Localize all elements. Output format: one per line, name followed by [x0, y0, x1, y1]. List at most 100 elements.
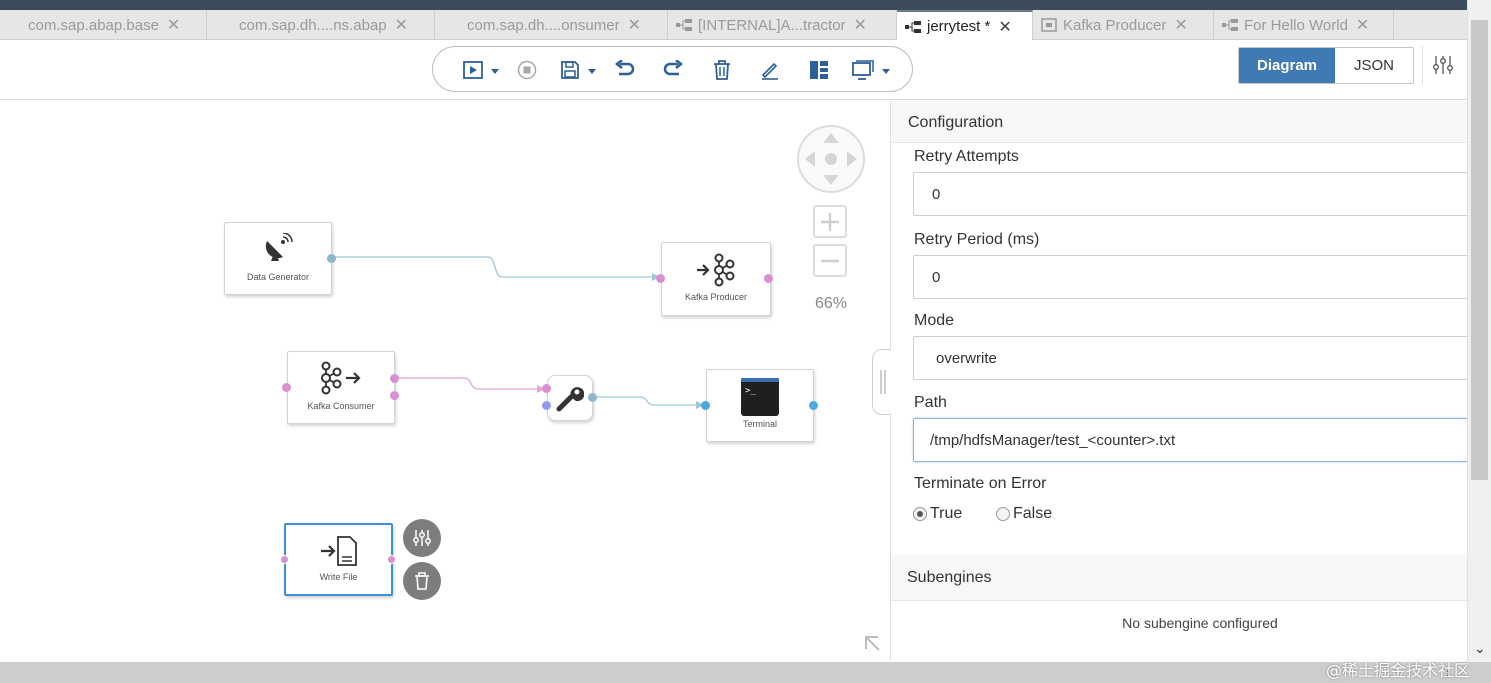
input-port[interactable]	[542, 384, 551, 393]
close-icon[interactable]: ✕	[1356, 15, 1369, 35]
input-port[interactable]	[656, 274, 665, 283]
retry-period-label: Retry Period (ms)	[914, 231, 1040, 248]
retry-attempts-label: Retry Attempts	[914, 148, 1019, 165]
node-converter[interactable]	[542, 375, 597, 421]
mode-field[interactable]	[913, 336, 1473, 380]
window-top-strip	[0, 0, 1467, 10]
subengines-section-header[interactable]: Subengines	[891, 555, 1467, 601]
configuration-panel: Configuration Retry Attempts Retry Perio…	[891, 101, 1473, 661]
mode-label: Mode	[914, 312, 955, 329]
redo-icon[interactable]	[661, 59, 685, 81]
tab-for-hello-world[interactable]: For Hello World ✕	[1214, 10, 1394, 40]
pan-up-icon	[823, 133, 839, 143]
tab-com-sap-abap-base[interactable]: com.sap.abap.base ✕	[0, 10, 207, 40]
json-view-button[interactable]: JSON	[1335, 48, 1413, 83]
radio-unchecked-icon	[996, 507, 1010, 521]
node-terminal[interactable]: >_ Terminal	[701, 369, 818, 442]
close-icon[interactable]: ✕	[395, 15, 408, 35]
graph-icon	[905, 20, 921, 34]
node-kafka-producer[interactable]: Kafka Producer	[656, 242, 773, 316]
scroll-down-icon[interactable]: ⌄	[1474, 640, 1486, 657]
input-port[interactable]	[280, 555, 289, 564]
terminate-false-radio[interactable]: False	[996, 505, 1052, 523]
close-icon[interactable]: ✕	[1174, 15, 1187, 35]
screen-dropdown-icon[interactable]	[882, 69, 890, 74]
tab-jerrytest[interactable]: jerrytest * ✕	[897, 10, 1033, 41]
kafka-producer-icon	[662, 253, 770, 287]
path-field[interactable]	[913, 418, 1473, 462]
close-icon[interactable]: ✕	[854, 15, 867, 35]
trash-icon	[415, 572, 429, 590]
close-icon[interactable]: ✕	[628, 15, 641, 35]
satellite-dish-icon	[225, 233, 331, 265]
terminate-on-error-label: Terminate on Error	[914, 475, 1047, 492]
tab-com-sap-dh-onsumer[interactable]: com.sap.dh....onsumer ✕	[435, 10, 668, 40]
output-port[interactable]	[588, 393, 597, 402]
splitter-handle[interactable]	[872, 349, 892, 415]
node-label: Terminal	[742, 419, 777, 429]
subengines-empty-message: No subengine configured	[1122, 615, 1278, 631]
radio-label: False	[1013, 505, 1053, 522]
collapse-corner-icon[interactable]	[862, 633, 882, 658]
wire-consumer-to-converter	[394, 377, 545, 390]
diagram-view-button[interactable]: Diagram	[1239, 48, 1335, 83]
terminal-icon: >_	[707, 378, 813, 416]
layout-icon[interactable]	[807, 59, 831, 81]
undo-icon[interactable]	[613, 59, 637, 81]
node-label: Kafka Producer	[684, 292, 748, 302]
graph-icon	[676, 18, 692, 32]
run-icon[interactable]	[461, 59, 485, 81]
configuration-header: Configuration	[891, 101, 1467, 143]
edit-icon[interactable]	[758, 59, 782, 81]
retry-attempts-field[interactable]	[913, 172, 1473, 216]
input-port[interactable]	[282, 383, 291, 392]
input-port[interactable]	[701, 401, 710, 410]
output-port[interactable]	[390, 391, 399, 400]
plus-icon	[821, 212, 839, 231]
pan-right-icon	[847, 151, 857, 167]
node-data-generator[interactable]: Data Generator	[224, 222, 336, 295]
node-config-button[interactable]	[403, 519, 441, 557]
diagram-canvas[interactable]: Data Generator Kafka Producer Kafka Cons…	[0, 101, 890, 661]
input-port[interactable]	[542, 401, 551, 410]
zoom-in-button[interactable]	[813, 205, 847, 238]
zoom-out-button[interactable]	[813, 244, 847, 277]
run-dropdown-icon[interactable]	[491, 69, 499, 74]
retry-period-field[interactable]	[913, 255, 1473, 299]
graph-icon	[1222, 18, 1238, 32]
save-icon[interactable]	[558, 59, 582, 81]
node-label: Data Generator	[246, 272, 310, 282]
toolbar-pill	[432, 46, 913, 92]
drag-handle-icon	[879, 370, 886, 394]
save-dropdown-icon[interactable]	[588, 69, 596, 74]
vertical-scroll-thumb[interactable]	[1471, 20, 1488, 480]
stop-icon[interactable]	[515, 59, 539, 81]
terminate-true-radio[interactable]: True	[913, 505, 962, 523]
node-write-file[interactable]: Write File	[280, 523, 396, 596]
settings-sliders-icon[interactable]	[1422, 46, 1462, 84]
output-port[interactable]	[809, 401, 818, 410]
tab-com-sap-dh-ns-abap[interactable]: com.sap.dh....ns.abap ✕	[207, 10, 435, 40]
watermark-text: @稀土掘金技术社区	[1326, 661, 1471, 680]
node-delete-button[interactable]	[403, 562, 441, 600]
wrench-icon	[548, 385, 592, 413]
tab-label: For Hello World	[1244, 16, 1348, 34]
editor-tab-bar: com.sap.abap.base ✕ com.sap.dh....ns.aba…	[0, 10, 1467, 41]
pan-control[interactable]	[797, 125, 865, 193]
output-port[interactable]	[764, 274, 773, 283]
horizontal-scrollbar[interactable]: ›	[0, 662, 1491, 683]
close-icon[interactable]: ✕	[167, 15, 180, 35]
delete-icon[interactable]	[710, 59, 734, 81]
output-port[interactable]	[390, 374, 399, 383]
tab-internal-extractor[interactable]: [INTERNAL]A...tractor ✕	[668, 10, 897, 40]
sliders-icon	[413, 530, 431, 546]
view-switch: Diagram JSON	[1238, 47, 1414, 84]
output-port[interactable]	[387, 555, 396, 564]
output-port[interactable]	[327, 254, 336, 263]
vertical-scrollbar[interactable]: ⌄	[1467, 0, 1491, 662]
close-icon[interactable]: ✕	[998, 17, 1011, 37]
node-kafka-consumer[interactable]: Kafka Consumer	[282, 351, 399, 424]
screen-icon[interactable]	[851, 59, 875, 81]
radio-label: True	[930, 505, 963, 522]
tab-kafka-producer[interactable]: Kafka Producer ✕	[1033, 10, 1214, 40]
